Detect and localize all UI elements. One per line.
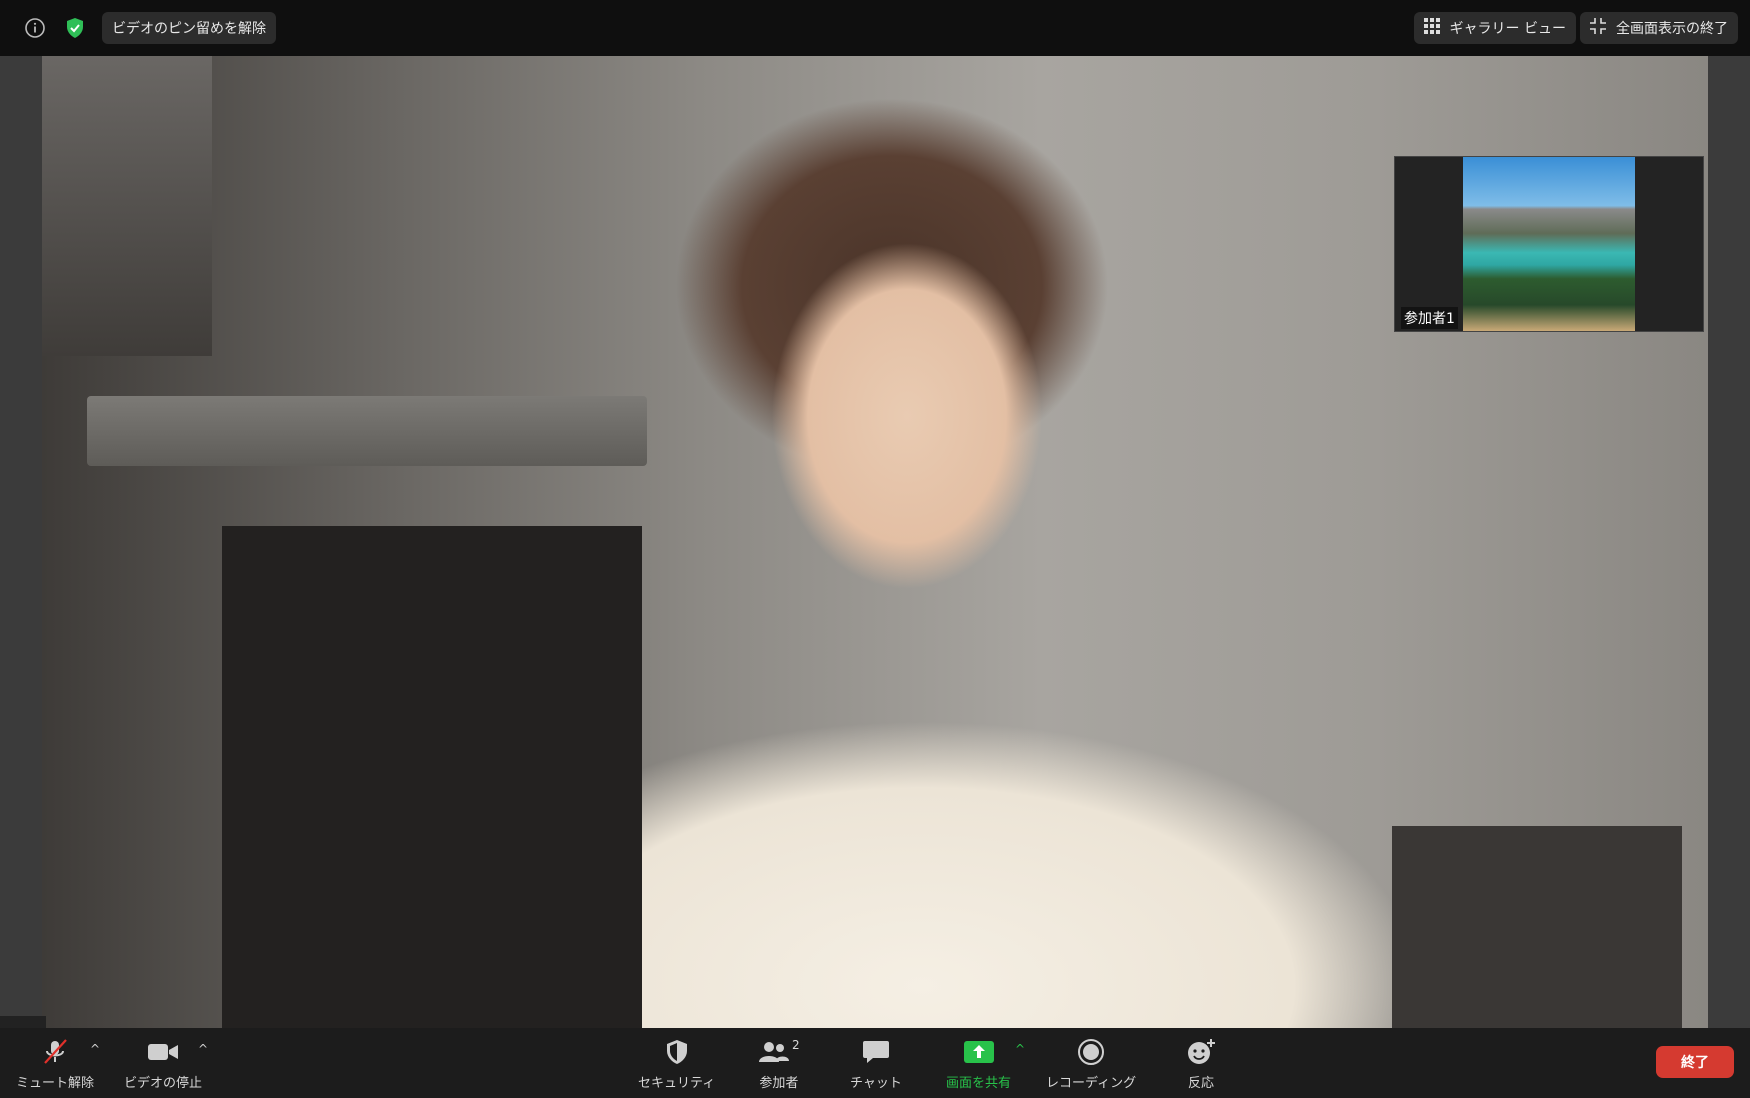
reactions-label: 反応 — [1187, 1076, 1214, 1091]
gallery-view-label: ギャラリー ビュー — [1449, 21, 1566, 37]
chat-button[interactable]: チャット — [850, 1036, 902, 1091]
exit-fullscreen-label: 全画面表示の終了 — [1616, 21, 1728, 37]
stop-video-button[interactable]: ビデオの停止 — [124, 1036, 202, 1091]
share-screen-button[interactable]: 画面を共有 — [946, 1036, 1011, 1091]
chat-label: チャット — [850, 1076, 902, 1091]
background-range-hood — [87, 396, 647, 466]
mic-muted-icon — [40, 1036, 70, 1068]
video-stage: 参加者1 — [0, 56, 1750, 1028]
participants-label: 参加者 — [759, 1076, 799, 1091]
background-counter — [1392, 826, 1682, 1028]
meeting-top-bar: ビデオのピン留めを解除 ギャラリー ビュー 全画面表示の終了 — [0, 0, 1750, 56]
shield-icon — [665, 1036, 689, 1068]
unpin-video-label: ビデオのピン留めを解除 — [112, 21, 266, 37]
end-meeting-button[interactable]: 終了 — [1656, 1046, 1734, 1078]
exit-fullscreen-button[interactable]: 全画面表示の終了 — [1580, 12, 1738, 44]
unmute-label: ミュート解除 — [16, 1076, 95, 1091]
participants-icon: 2 — [758, 1036, 800, 1068]
audio-options-caret[interactable]: ^ — [90, 1042, 100, 1056]
share-options-caret[interactable]: ^ — [1015, 1042, 1025, 1056]
share-screen-icon — [963, 1036, 995, 1068]
emoji-add-icon — [1186, 1036, 1216, 1068]
reactions-button[interactable]: 反応 — [1186, 1036, 1216, 1091]
participant-video-landscape — [1463, 157, 1635, 331]
collapse-icon — [1590, 18, 1606, 38]
info-icon[interactable] — [22, 15, 48, 41]
participant-thumbnail[interactable]: 参加者1 — [1394, 156, 1704, 332]
grid-icon — [1423, 18, 1440, 38]
meeting-toolbar: ミュート解除 ^ ビデオの停止 ^ セキュリティ 2 参加者 チャット 画面を共… — [0, 1028, 1750, 1098]
unmute-button[interactable]: ミュート解除 — [16, 1036, 94, 1091]
recording-label: レコーディング — [1046, 1076, 1137, 1091]
background-shelf — [222, 526, 642, 1028]
stop-video-label: ビデオの停止 — [124, 1076, 203, 1091]
recording-button[interactable]: レコーディング — [1046, 1036, 1136, 1091]
participants-count: 2 — [792, 1038, 800, 1052]
share-screen-label: 画面を共有 — [946, 1076, 1012, 1091]
participants-button[interactable]: 2 参加者 — [758, 1036, 800, 1091]
security-button[interactable]: セキュリティ — [638, 1036, 715, 1091]
top-right-controls: ギャラリー ビュー 全画面表示の終了 — [1413, 12, 1738, 44]
top-left-controls: ビデオのピン留めを解除 — [22, 12, 276, 44]
security-label: セキュリティ — [638, 1076, 716, 1091]
background-cabinet — [42, 56, 212, 356]
self-status-strip — [0, 1016, 46, 1028]
video-camera-icon — [147, 1036, 179, 1068]
record-icon — [1077, 1036, 1105, 1068]
gallery-view-button[interactable]: ギャラリー ビュー — [1413, 12, 1576, 44]
participant-name-label: 参加者1 — [1401, 307, 1458, 329]
video-options-caret[interactable]: ^ — [198, 1042, 208, 1056]
unpin-video-button[interactable]: ビデオのピン留めを解除 — [102, 12, 276, 44]
chat-bubble-icon — [862, 1036, 890, 1068]
encryption-shield-icon[interactable] — [62, 15, 88, 41]
end-meeting-label: 終了 — [1681, 1055, 1709, 1071]
